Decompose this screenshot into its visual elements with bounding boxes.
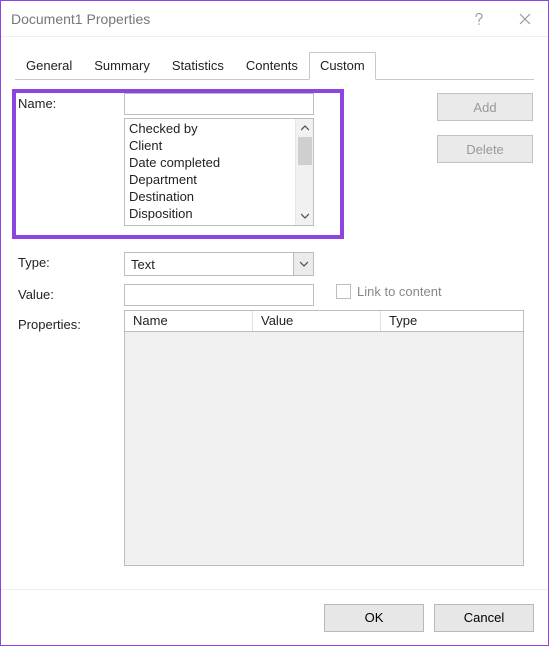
tab-custom[interactable]: Custom — [309, 52, 376, 80]
ok-button[interactable]: OK — [324, 604, 424, 632]
close-button[interactable] — [502, 1, 548, 37]
tab-summary[interactable]: Summary — [83, 52, 161, 80]
scroll-thumb[interactable] — [298, 137, 312, 165]
scroll-up-button[interactable] — [296, 119, 313, 137]
list-item[interactable]: Date completed — [127, 154, 293, 171]
type-label: Type: — [16, 252, 124, 270]
list-item[interactable]: Disposition — [127, 205, 293, 222]
link-to-content-control[interactable]: Link to content — [336, 284, 442, 299]
list-item[interactable]: Destination — [127, 188, 293, 205]
scroll-track[interactable] — [296, 137, 313, 207]
type-combobox[interactable]: Text — [124, 252, 314, 276]
column-header-name[interactable]: Name — [125, 311, 253, 331]
help-button[interactable] — [456, 1, 502, 37]
delete-button[interactable]: Delete — [437, 135, 533, 163]
tab-contents[interactable]: Contents — [235, 52, 309, 80]
chevron-down-icon — [301, 213, 309, 219]
help-icon — [473, 12, 485, 26]
chevron-down-icon — [300, 261, 308, 267]
name-suggestions-listbox[interactable]: Checked by Client Date completed Departm… — [124, 118, 314, 226]
link-to-content-checkbox[interactable] — [336, 284, 351, 299]
combobox-dropdown-button[interactable] — [293, 253, 313, 275]
value-input[interactable] — [124, 284, 314, 306]
column-header-type[interactable]: Type — [381, 311, 523, 331]
dialog-window: Document1 Properties General Summary Sta… — [0, 0, 549, 646]
list-item[interactable]: Department — [127, 171, 293, 188]
name-input[interactable] — [124, 93, 314, 115]
link-to-content-label: Link to content — [357, 284, 442, 299]
tabstrip: General Summary Statistics Contents Cust… — [15, 51, 534, 80]
tab-statistics[interactable]: Statistics — [161, 52, 235, 80]
tab-general[interactable]: General — [15, 52, 83, 80]
close-icon — [519, 13, 531, 25]
listbox-scrollbar[interactable] — [295, 119, 313, 225]
properties-label: Properties: — [16, 314, 124, 332]
list-item[interactable]: Checked by — [127, 120, 293, 137]
properties-table-header: Name Value Type — [124, 310, 524, 332]
content-area: General Summary Statistics Contents Cust… — [1, 37, 548, 589]
add-button[interactable]: Add — [437, 93, 533, 121]
properties-table-body[interactable] — [124, 332, 524, 566]
name-label: Name: — [16, 93, 124, 111]
chevron-up-icon — [301, 125, 309, 131]
value-label: Value: — [16, 284, 124, 302]
column-header-value[interactable]: Value — [253, 311, 381, 331]
tab-pane-custom: Name: Checked by Client Date completed D… — [15, 80, 534, 589]
list-item[interactable]: Client — [127, 137, 293, 154]
window-title: Document1 Properties — [11, 11, 456, 27]
type-value: Text — [125, 257, 293, 272]
titlebar: Document1 Properties — [1, 1, 548, 37]
cancel-button[interactable]: Cancel — [434, 604, 534, 632]
dialog-footer: OK Cancel — [1, 589, 548, 645]
scroll-down-button[interactable] — [296, 207, 313, 225]
